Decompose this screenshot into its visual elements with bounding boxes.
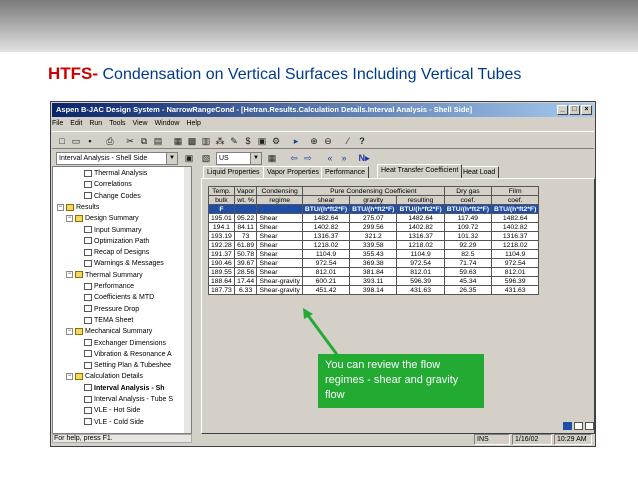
tab-heat-transfer-coefficient[interactable]: Heat Transfer Coefficient (377, 164, 463, 178)
callout-note: You can review the flow regimes - shear … (318, 354, 484, 408)
